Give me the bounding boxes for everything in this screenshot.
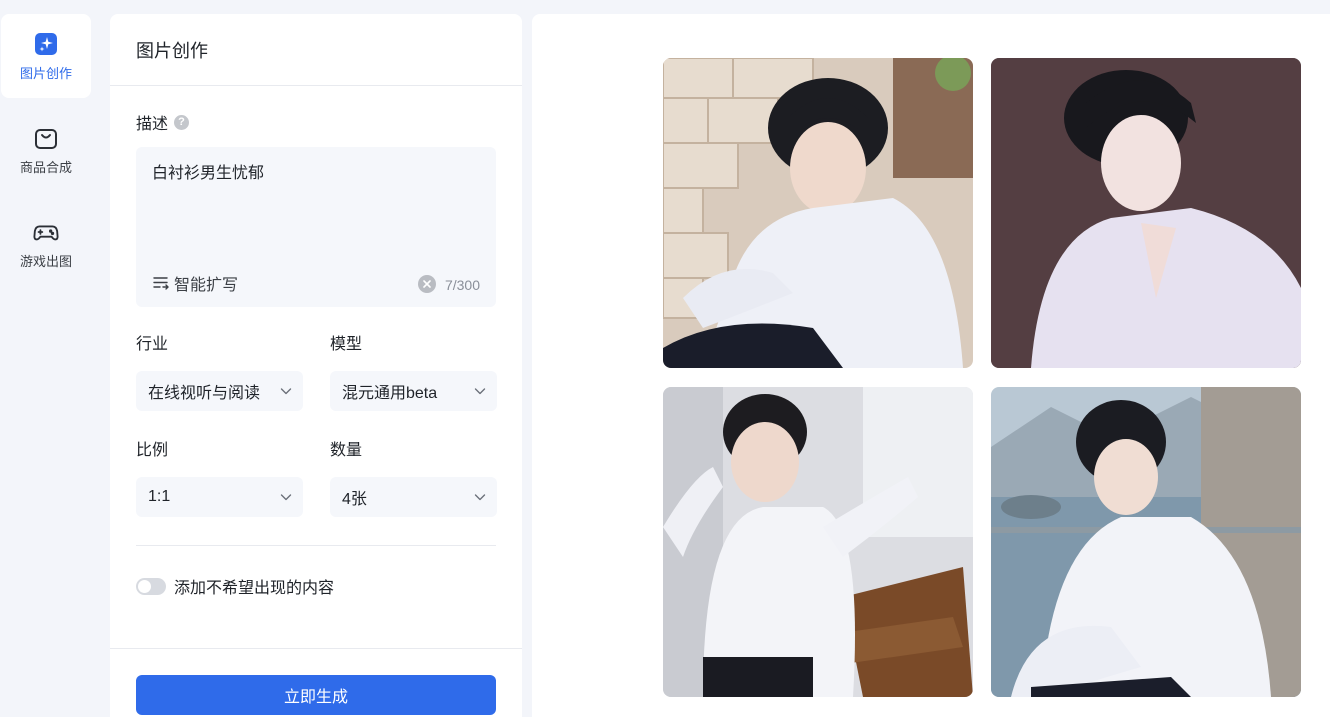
description-label-row: 描述 ? xyxy=(136,110,190,134)
chevron-down-icon xyxy=(279,490,293,509)
quantity-value: 4张 xyxy=(342,491,367,508)
divider xyxy=(136,545,496,546)
chevron-down-icon xyxy=(279,384,293,403)
chevron-down-icon xyxy=(473,490,487,509)
industry-select[interactable]: 在线视听与阅读 xyxy=(136,371,303,411)
industry-label: 行业 xyxy=(136,336,169,353)
footer-divider xyxy=(110,648,522,649)
negative-prompt-row: 添加不希望出现的内容 xyxy=(136,574,334,598)
result-image-2[interactable] xyxy=(991,58,1301,368)
description-label: 描述 xyxy=(136,116,169,133)
result-image-3[interactable] xyxy=(663,387,973,697)
generate-button[interactable]: 立即生成 xyxy=(136,675,496,715)
description-input[interactable]: 白衬衫男生忧郁 智能扩写 7/300 xyxy=(136,147,496,307)
nav-item-image-creation[interactable]: 图片创作 xyxy=(1,14,91,98)
result-image-4[interactable] xyxy=(991,387,1301,697)
description-text[interactable]: 白衬衫男生忧郁 xyxy=(152,159,264,183)
nav-label: 图片创作 xyxy=(19,65,72,81)
nav-label: 商品合成 xyxy=(19,159,72,175)
gamepad-icon xyxy=(33,219,59,245)
negative-prompt-toggle[interactable] xyxy=(136,577,166,595)
nav-item-product-compose[interactable]: 商品合成 xyxy=(1,108,91,192)
result-area xyxy=(532,14,1330,717)
industry-value: 在线视听与阅读 xyxy=(148,385,261,402)
model-value: 混元通用beta xyxy=(342,385,438,402)
sparkle-icon xyxy=(33,31,59,57)
nav-item-game-images[interactable]: 游戏出图 xyxy=(1,202,91,286)
char-count: 7/300 xyxy=(444,277,480,293)
creation-panel: 图片创作 描述 ? 白衬衫男生忧郁 智能扩写 7/300 行业 在线视听与阅读 xyxy=(110,14,522,717)
side-nav: 图片创作 商品合成 游戏出图 xyxy=(0,0,100,717)
negative-prompt-label: 添加不希望出现的内容 xyxy=(174,580,335,597)
panel-title: 图片创作 xyxy=(110,14,522,86)
model-label: 模型 xyxy=(330,336,363,353)
quantity-select[interactable]: 4张 xyxy=(330,477,497,517)
nav-label: 游戏出图 xyxy=(19,253,72,269)
quantity-label: 数量 xyxy=(330,442,363,459)
shopping-bag-icon xyxy=(33,125,59,151)
smart-expand-button[interactable]: 智能扩写 xyxy=(152,271,238,295)
model-select[interactable]: 混元通用beta xyxy=(330,371,497,411)
expand-lines-icon xyxy=(152,274,170,292)
clear-icon[interactable] xyxy=(418,275,436,293)
chevron-down-icon xyxy=(473,384,487,403)
help-icon[interactable]: ? xyxy=(174,114,190,130)
ratio-select[interactable]: 1:1 xyxy=(136,477,303,517)
ratio-label: 比例 xyxy=(136,442,169,459)
result-image-1[interactable] xyxy=(663,58,973,368)
smart-expand-label: 智能扩写 xyxy=(174,277,239,294)
ratio-value: 1:1 xyxy=(148,488,171,505)
